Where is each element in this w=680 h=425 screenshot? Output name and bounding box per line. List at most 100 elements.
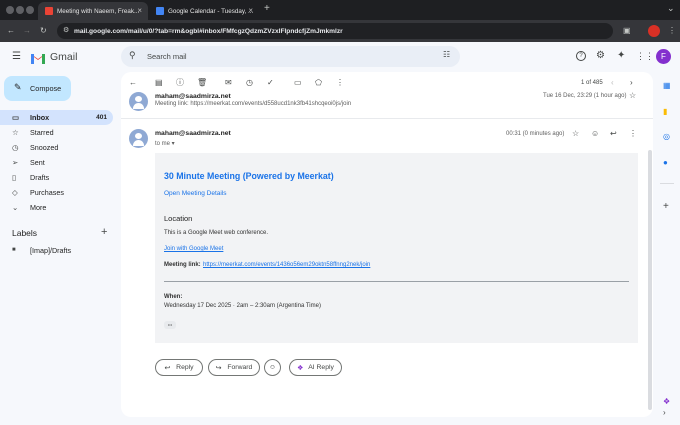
account-avatar[interactable]: F <box>656 49 671 64</box>
join-meet-link[interactable]: Join with Google Meet <box>164 246 223 252</box>
inbox-icon: ▭ <box>12 113 20 122</box>
forward-arrow-icon: ↪ <box>215 364 222 372</box>
clock-icon: ◷ <box>12 143 19 152</box>
email-body-card <box>155 153 638 343</box>
contacts-app-icon[interactable]: ● <box>663 158 668 167</box>
reply-label: Reply <box>176 364 194 371</box>
when-label: When: <box>164 294 183 300</box>
send-icon: ➢ <box>12 158 19 167</box>
extensions-icon[interactable]: ▣ <box>623 26 631 36</box>
help-icon[interactable]: ? <box>576 51 586 61</box>
gemini-icon: ❖ <box>297 364 304 372</box>
newer-chevron-icon[interactable]: ‹ <box>611 78 614 88</box>
open-details-link[interactable]: Open Meeting Details <box>164 190 227 197</box>
content-divider <box>164 281 629 282</box>
sidebar-item-drafts[interactable]: ▯ Drafts <box>0 170 113 185</box>
sidebar-item-purchases[interactable]: ◇ Purchases <box>0 185 113 200</box>
sidebar-item-inbox[interactable]: ▭ Inbox 401 <box>0 110 113 125</box>
forward-button[interactable]: ↪ Forward <box>208 359 260 376</box>
back-to-inbox-icon[interactable]: ← <box>129 78 137 88</box>
sidebar-item-sent[interactable]: ➢ Sent <box>0 155 113 170</box>
close-tab-icon[interactable]: × <box>137 6 142 15</box>
back-arrow-icon[interactable]: ← <box>7 26 15 36</box>
sidebar-item-more[interactable]: ⌄ More <box>0 200 113 215</box>
settings-gear-icon[interactable]: ⚙ <box>596 51 605 61</box>
older-chevron-icon[interactable]: › <box>630 78 633 88</box>
meeting-link-url[interactable]: https://meerkat.com/events/1436o56em29ok… <box>203 262 370 268</box>
add-task-icon[interactable]: ✓ <box>267 78 274 88</box>
report-spam-icon[interactable]: ⓘ <box>176 78 184 88</box>
location-heading: Location <box>164 214 193 223</box>
tasks-app-icon[interactable]: ◎ <box>663 132 670 141</box>
star-message-icon[interactable]: ☆ <box>629 91 636 101</box>
reply-button[interactable]: ↩ Reply <box>155 359 203 376</box>
address-bar[interactable]: ⚙ mail.google.com/mail/u/0/?tab=rm&ogbl#… <box>57 23 613 39</box>
sidebar-item-starred[interactable]: ☆ Starred <box>0 125 113 140</box>
message-time: Tue 16 Dec, 23:29 (1 hour ago) <box>543 93 627 99</box>
snooze-icon[interactable]: ◷ <box>246 78 253 88</box>
close-tab-icon[interactable]: × <box>248 6 253 15</box>
archive-icon[interactable]: ▤ <box>155 78 163 88</box>
location-text: This is a Google Meet web conference. <box>164 230 269 236</box>
message-snippet[interactable]: Meeting link: https://meerkat.com/events… <box>155 101 351 107</box>
main-menu-icon[interactable]: ☰ <box>12 52 21 62</box>
star-message-icon[interactable]: ☆ <box>572 129 579 139</box>
calendar-app-icon[interactable]: ▦ <box>663 81 671 90</box>
search-bar[interactable]: ⚲ Search mail ☷ <box>121 46 460 67</box>
compose-button[interactable]: ✎ Compose <box>4 76 71 101</box>
tab-search-button[interactable]: ⌄ <box>667 3 675 13</box>
tab-title: Google Calendar - Tuesday, ... <box>168 7 254 15</box>
gemini-floating-icon[interactable]: ❖ <box>663 397 670 406</box>
reply-icon[interactable]: ↩ <box>610 129 617 139</box>
forward-label: Forward <box>227 364 253 371</box>
profile-avatar[interactable] <box>648 25 660 37</box>
more-options-icon[interactable]: ⋮ <box>336 78 344 88</box>
gmail-logo-text: Gmail <box>50 51 78 63</box>
expand-panel-icon[interactable]: › <box>663 408 666 417</box>
new-tab-button[interactable]: + <box>264 4 270 14</box>
sidebar-item-snoozed[interactable]: ◷ Snoozed <box>0 140 113 155</box>
label-as-icon[interactable]: ⬠ <box>315 78 322 88</box>
forward-arrow-icon[interactable]: → <box>23 26 31 36</box>
recipient-toggle[interactable]: to me ▾ <box>155 140 175 147</box>
emoji-icon: ☺ <box>269 364 276 371</box>
browser-tab-strip: Meeting with Naeem, Freak... × Google Ca… <box>0 0 680 20</box>
browser-tab-active[interactable]: Meeting with Naeem, Freak... × <box>38 2 148 20</box>
reply-arrow-icon: ↩ <box>164 364 171 372</box>
show-trimmed-button[interactable]: ••• <box>164 321 176 329</box>
emoji-react-icon[interactable]: ☺ <box>591 129 599 139</box>
gmail-favicon-icon <box>45 7 53 15</box>
delete-icon[interactable]: 🗑 <box>197 78 207 88</box>
labels-heading: Labels <box>12 228 38 238</box>
scrollbar-thumb[interactable] <box>648 150 652 410</box>
site-info-icon[interactable]: ⚙ <box>63 26 69 34</box>
minimize-window-button[interactable] <box>16 6 24 14</box>
add-label-button[interactable]: + <box>101 226 107 238</box>
pagination-text: 1 of 485 <box>581 80 603 86</box>
ai-reply-button[interactable]: ❖ AI Reply <box>289 359 342 376</box>
gemini-sparkle-icon[interactable]: ✦ <box>617 51 625 61</box>
draft-icon: ▯ <box>12 173 17 182</box>
get-addons-icon[interactable]: + <box>663 201 669 212</box>
search-icon[interactable]: ⚲ <box>129 50 136 61</box>
search-options-icon[interactable]: ☷ <box>443 50 450 59</box>
mark-unread-icon[interactable]: ✉ <box>225 78 232 88</box>
when-value: Wednesday 17 Dec 2025 · 2am – 2:30am (Ar… <box>164 303 321 309</box>
sidebar-label-imap-drafts[interactable]: ■ [Imap]/Drafts <box>0 243 113 258</box>
move-to-icon[interactable]: ▭ <box>294 78 302 88</box>
apps-grid-icon[interactable]: ⋮⋮ <box>636 51 654 61</box>
browser-menu-icon[interactable]: ⋮ <box>668 26 676 36</box>
keep-app-icon[interactable]: ▮ <box>663 107 667 116</box>
browser-tab[interactable]: Google Calendar - Tuesday, ... × <box>149 2 259 20</box>
close-window-button[interactable] <box>6 6 14 14</box>
search-input[interactable]: Search mail <box>147 52 187 61</box>
url-text: mail.google.com/mail/u/0/?tab=rm&ogbl#in… <box>74 27 343 35</box>
reload-icon[interactable]: ↻ <box>40 26 47 36</box>
maximize-window-button[interactable] <box>26 6 34 14</box>
chevron-down-icon: ⌄ <box>12 203 19 212</box>
email-title: 30 Minute Meeting (Powered by Meerkat) <box>164 171 334 181</box>
sidebar-item-label: Starred <box>30 128 54 137</box>
emoji-reply-button[interactable]: ☺ <box>264 359 281 376</box>
sidebar-item-label: Drafts <box>30 173 50 182</box>
message-more-icon[interactable]: ⋮ <box>629 129 637 139</box>
